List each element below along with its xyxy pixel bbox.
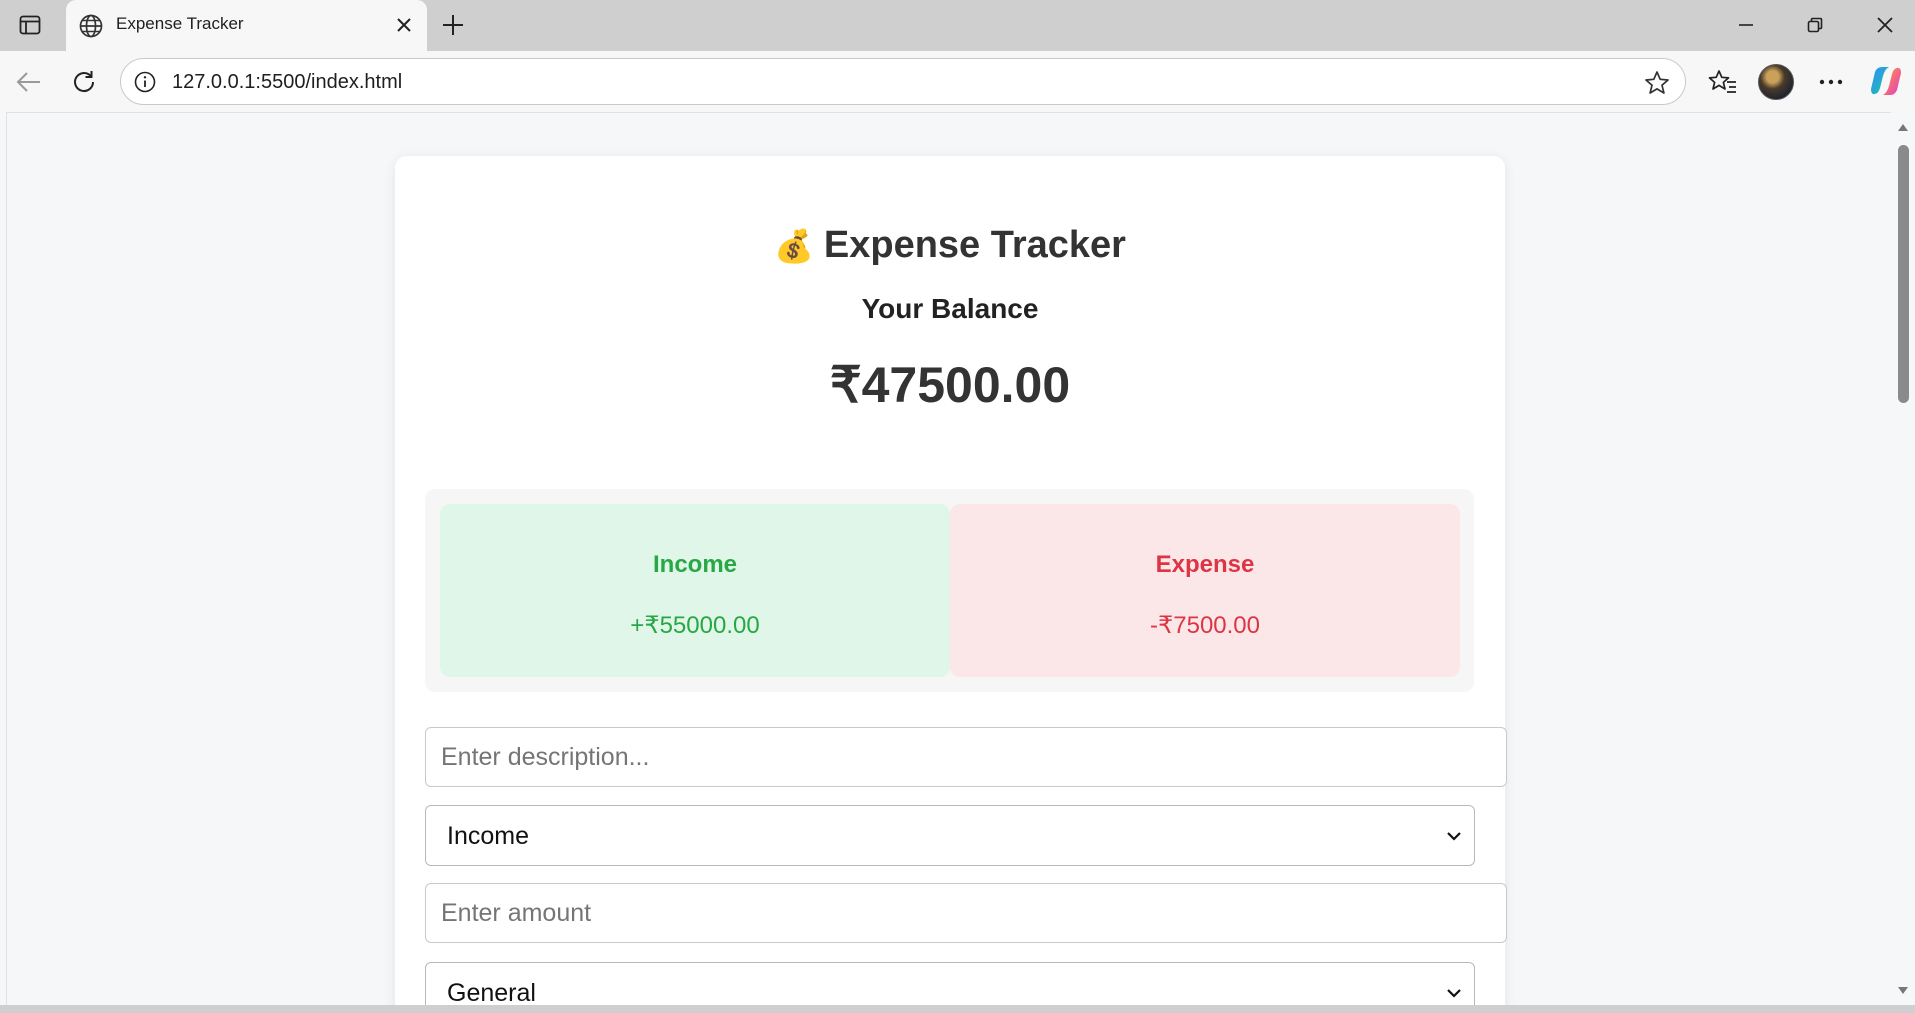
chevron-down-icon [1444, 983, 1464, 1003]
tab-title: Expense Tracker [116, 14, 244, 33]
star-icon[interactable] [1643, 69, 1671, 97]
restore-button[interactable] [1795, 10, 1835, 40]
type-select-value: Income [447, 822, 529, 850]
income-label: Income [652, 551, 738, 578]
scrollbar-thumb[interactable] [1898, 145, 1909, 403]
url-text: 127.0.0.1:5500/index.html [172, 71, 403, 93]
favorites-icon[interactable] [1706, 65, 1740, 99]
amount-input[interactable] [426, 884, 1506, 942]
category-select-value: General [447, 979, 536, 1005]
amount-field[interactable] [425, 883, 1507, 943]
page-title: 💰 Expense Tracker [395, 224, 1505, 267]
income-value: +₹55000.00 [630, 612, 760, 639]
page-scrollbar[interactable] [1891, 112, 1915, 1005]
description-input[interactable] [426, 728, 1506, 786]
close-window-button[interactable] [1865, 10, 1905, 40]
active-tab[interactable]: Expense Tracker [66, 0, 427, 51]
scroll-up-arrow-icon[interactable] [1897, 121, 1909, 133]
description-field[interactable] [425, 727, 1507, 787]
browser-toolbar: 127.0.0.1:5500/index.html [0, 51, 1915, 112]
expense-value: -₹7500.00 [1149, 612, 1260, 639]
window-bottom-edge [0, 1005, 1915, 1013]
close-icon[interactable] [393, 14, 415, 36]
expense-box: Expense -₹7500.00 [950, 504, 1460, 677]
address-bar[interactable]: 127.0.0.1:5500/index.html [120, 58, 1686, 105]
copilot-icon[interactable] [1869, 64, 1903, 98]
money-bag-icon: 💰 [774, 228, 814, 264]
back-arrow-icon[interactable] [12, 65, 46, 99]
balance-value: ₹47500.00 [829, 357, 1071, 413]
income-box: Income +₹55000.00 [440, 504, 950, 677]
category-select[interactable]: General [425, 962, 1475, 1005]
browser-tab-bar: Expense Tracker [0, 0, 1915, 51]
profile-avatar[interactable] [1758, 64, 1794, 100]
page-title-text: Expense Tracker [823, 224, 1126, 266]
type-select[interactable]: Income [425, 805, 1475, 866]
new-tab-button[interactable] [438, 10, 468, 40]
reload-icon[interactable] [67, 65, 101, 99]
more-options-icon[interactable] [1814, 65, 1848, 99]
minimize-button[interactable] [1726, 10, 1766, 40]
expense-label: Expense [1155, 551, 1255, 578]
expense-tracker-card: 💰 Expense Tracker Your Balance ₹47500.00 … [395, 156, 1507, 1005]
site-info-icon[interactable] [133, 70, 157, 94]
chevron-down-icon [1444, 826, 1464, 846]
page-viewport: 💰 Expense Tracker Your Balance ₹47500.00 … [6, 112, 1891, 1005]
income-expense-summary: Income +₹55000.00 Expense -₹7500.00 [425, 489, 1474, 692]
balance-label: Your Balance [861, 293, 1039, 324]
scroll-down-arrow-icon[interactable] [1897, 985, 1909, 997]
globe-icon [78, 13, 104, 39]
tab-actions-icon[interactable] [16, 12, 44, 38]
